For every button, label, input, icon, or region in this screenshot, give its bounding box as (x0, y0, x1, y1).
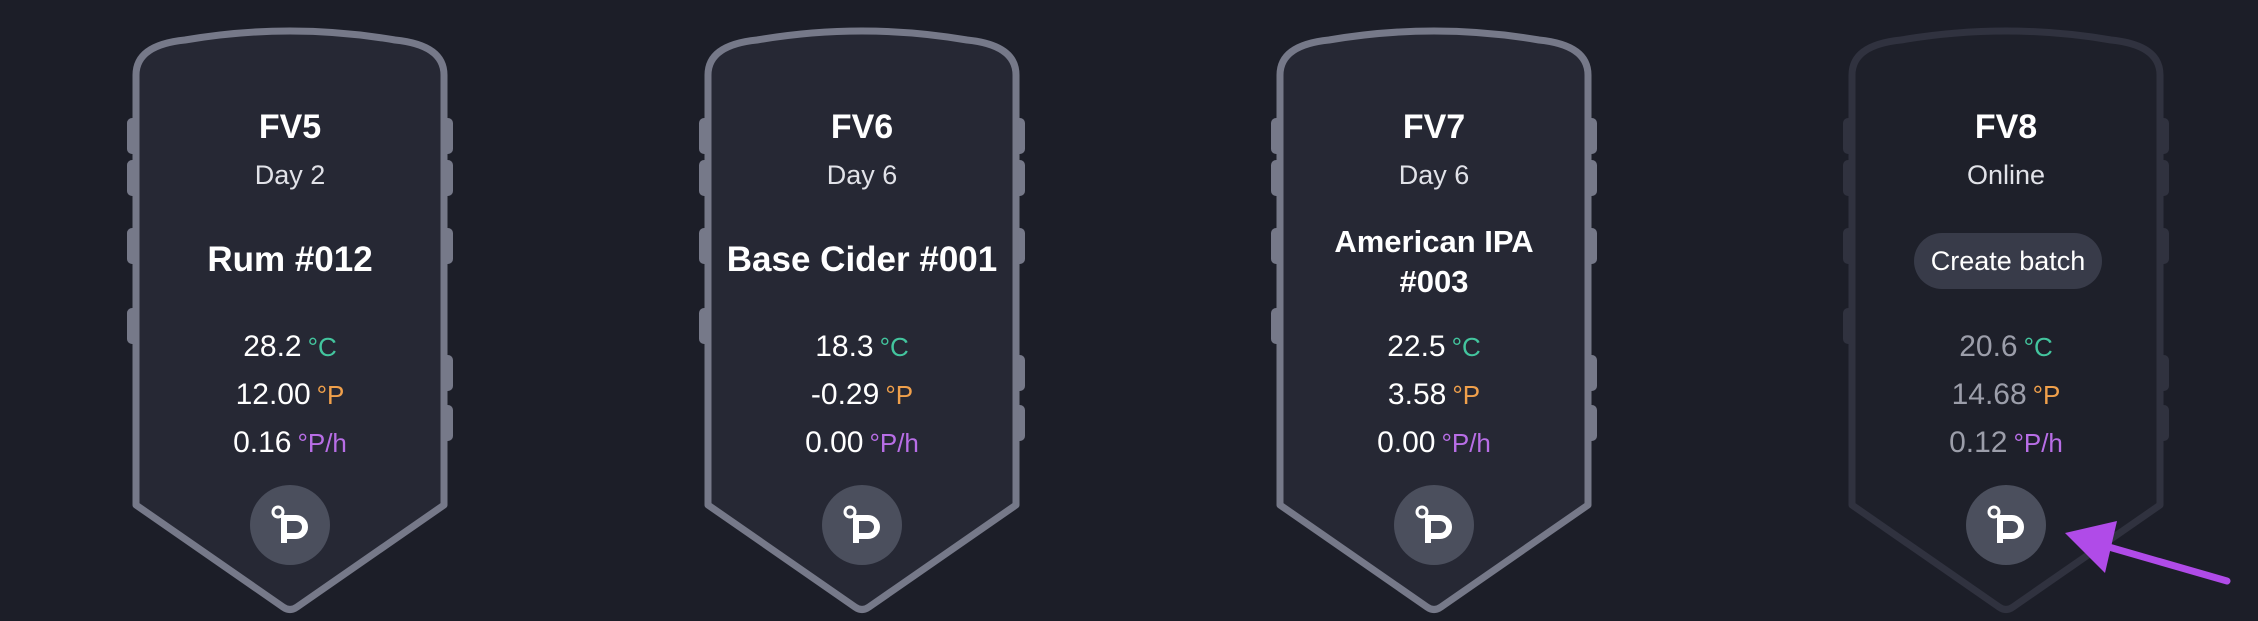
plaato-logo-icon[interactable] (1394, 485, 1474, 565)
gravity-reading: 14.68 °P (1951, 378, 2061, 411)
gravity-unit: °P (2032, 380, 2061, 410)
plaato-logo-icon[interactable] (822, 485, 902, 565)
tank-card-fv7[interactable]: American IPA #003 FV7 Day 6 22.5 °C 3.58 °… (1269, 0, 1599, 621)
temperature-unit: °C (1451, 332, 1481, 362)
batch-name[interactable]: Base Cider #001 (697, 240, 1027, 280)
gravity-unit: °P (885, 380, 914, 410)
gravity-unit: °P (316, 380, 345, 410)
tank-status: Day 2 (254, 160, 326, 190)
rate-unit: °P/h (869, 428, 919, 458)
temperature-reading: 18.3 °C (815, 330, 909, 363)
batch-name[interactable]: Rum #012 (125, 240, 455, 280)
tank-card-fv6[interactable]: FV6 Day 6 Base Cider #001 18.3 °C -0.29 °P… (697, 0, 1027, 621)
gravity-reading: 3.58 °P (1387, 378, 1481, 411)
rate-unit: °P/h (2013, 428, 2063, 458)
tank-name: FV6 (830, 108, 894, 146)
temperature-reading: 22.5 °C (1387, 330, 1481, 363)
gravity-unit: °P (1452, 380, 1481, 410)
rate-reading: 0.12 °P/h (1949, 426, 2063, 459)
batch-name-line-1: American IPA (1334, 224, 1534, 259)
temperature-reading: 28.2 °C (243, 330, 337, 363)
temperature-reading: 20.6 °C (1959, 330, 2053, 363)
tank-name: FV8 (1974, 108, 2038, 146)
rate-unit: °P/h (297, 428, 347, 458)
tank-status: Online (1966, 160, 2046, 190)
batch-name-line-2: #003 (1399, 264, 1469, 299)
tank-status: Day 6 (826, 160, 898, 190)
temperature-unit: °C (2023, 332, 2053, 362)
create-batch-button[interactable]: Create batch (1914, 233, 2102, 289)
tank-name: FV5 (258, 108, 322, 146)
plaato-logo-icon[interactable] (250, 485, 330, 565)
rate-reading: 0.00 °P/h (1377, 426, 1491, 459)
temperature-unit: °C (307, 332, 337, 362)
tank-status: Day 6 (1398, 160, 1470, 190)
gravity-reading: -0.29 °P (810, 378, 914, 411)
rate-unit: °P/h (1441, 428, 1491, 458)
tank-name: FV7 (1402, 108, 1466, 146)
tank-card-fv5[interactable]: FV5 Day 2 Rum #012 28.2 °C 12.00 °P 0.16 °P… (125, 0, 455, 621)
plaato-logo-icon[interactable] (1966, 485, 2046, 565)
rate-reading: 0.00 °P/h (805, 426, 919, 459)
arrow-icon (2065, 521, 2231, 585)
temperature-unit: °C (879, 332, 909, 362)
batch-name[interactable]: American IPA #003 (1269, 222, 1599, 302)
rate-reading: 0.16 °P/h (233, 426, 347, 459)
gravity-reading: 12.00 °P (235, 378, 345, 411)
